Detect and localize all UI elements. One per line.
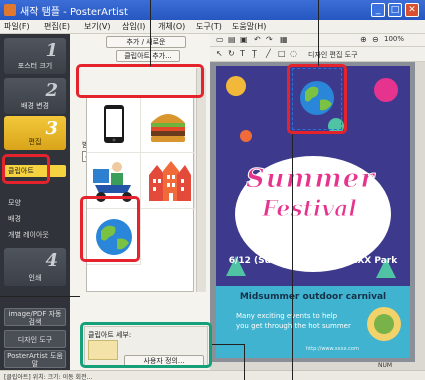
close-button[interactable]: ✕ — [405, 3, 419, 17]
poster-title-line1[interactable]: Summer — [246, 164, 375, 195]
menu-bar: 파일(F) 편집(E) 보기(V) 삽입(I) 개체(O) 도구(T) 도움말(… — [0, 20, 425, 34]
add-clipart-button[interactable]: 클립아트 추가... — [116, 50, 180, 62]
category-highlight — [76, 64, 204, 98]
new-clipart-button[interactable]: 추가 / 새로운 — [106, 36, 186, 48]
clipart-phone[interactable] — [87, 97, 141, 153]
poster-artist-window: 새작 탬플 - PosterArtist _ □ ✕ 파일(F) 편집(E) 보… — [0, 0, 425, 380]
window-title: 새작 탬플 - PosterArtist — [20, 7, 128, 18]
save-icon[interactable]: ▣ — [240, 35, 248, 44]
line-icon[interactable]: ╱ — [266, 49, 271, 58]
clipart-scrollbar[interactable] — [196, 68, 206, 292]
shape-icon[interactable]: ◌ — [290, 49, 297, 58]
rotate-icon[interactable]: ↻ — [228, 49, 235, 58]
maximize-button[interactable]: □ — [388, 3, 402, 17]
step-2-label: 배경 변경 — [21, 102, 49, 110]
leader-info — [244, 344, 245, 380]
new-icon[interactable]: ▭ — [216, 35, 224, 44]
leader-placed-globe — [292, 134, 293, 380]
menu-edit[interactable]: 편집(E) — [44, 21, 70, 32]
menu-object[interactable]: 개체(O) — [158, 21, 185, 32]
leader-toolbar — [318, 0, 319, 66]
step-3-label: 편집 — [28, 138, 42, 146]
clipart-building[interactable] — [141, 153, 195, 209]
step-4-button[interactable]: 4 인쇄 — [4, 248, 66, 286]
leader-category — [150, 0, 151, 66]
app-icon — [4, 4, 16, 16]
poster-blurb-line1[interactable]: Many exciting events to help — [236, 312, 337, 320]
menu-help[interactable]: 도움말(H) — [232, 21, 266, 32]
pointer-icon[interactable]: ↖ — [216, 49, 223, 58]
leader-globe-left — [0, 296, 80, 297]
text-icon[interactable]: T — [240, 49, 245, 58]
globe-clipart-highlight — [80, 196, 140, 262]
zoom-in-icon[interactable]: ⊕ — [360, 35, 367, 44]
rectangle-icon[interactable]: □ — [278, 49, 286, 58]
poster-subtitle[interactable]: Midsummer outdoor carnival — [216, 292, 410, 302]
step-4-label: 인쇄 — [28, 274, 42, 282]
title-bar: 새작 탬플 - PosterArtist _ □ ✕ — [0, 0, 425, 20]
clipart-grid — [86, 96, 195, 292]
step-1-number: 1 — [45, 40, 58, 61]
step-1-button[interactable]: 1 포스터 크기 — [4, 38, 66, 74]
minimize-button[interactable]: _ — [371, 3, 385, 17]
zoom-out-icon[interactable]: ⊖ — [372, 35, 379, 44]
clipart-info-highlight — [80, 322, 212, 368]
clipart-burger[interactable] — [141, 97, 195, 153]
step-2-number: 2 — [45, 80, 58, 101]
open-icon[interactable]: ▤ — [228, 35, 236, 44]
placed-globe-highlight — [287, 64, 347, 134]
sidebar-item-background[interactable]: 배경 — [4, 214, 66, 224]
num-indicator: NUM — [378, 362, 393, 369]
undo-icon[interactable]: ↶ — [254, 35, 261, 44]
menu-tools[interactable]: 도구(T) — [196, 21, 222, 32]
clipart-menu-highlight — [2, 154, 50, 184]
poster-url[interactable]: http://www.xxxx.com — [306, 346, 359, 352]
grid-icon[interactable]: ▦ — [280, 35, 288, 44]
status-text: [클립아트] 위치: 크기: 이동 회전... — [4, 374, 93, 380]
sidebar-item-layout[interactable]: 개별 레이아웃 — [4, 230, 66, 240]
poster-blurb-line2[interactable]: you get through the hot summer — [236, 322, 351, 330]
step-1-label: 포스터 크기 — [17, 62, 53, 70]
help-button[interactable]: PosterArtist 도움말 — [4, 350, 66, 368]
design-tools-button[interactable]: 디자인 도구 — [4, 330, 66, 348]
canvas-vertical-scrollbar[interactable] — [415, 62, 425, 362]
step-4-number: 4 — [45, 250, 58, 271]
design-edit-tools[interactable]: 디자인 편집 도구 — [308, 50, 358, 60]
menu-file[interactable]: 파일(F) — [4, 21, 30, 32]
step-2-button[interactable]: 2 배경 변경 — [4, 78, 66, 114]
phone-icon — [104, 105, 124, 143]
poster-event-info[interactable]: 6/12 (Sun) from 13:00 XXXX Park — [216, 256, 410, 266]
burger-icon — [151, 114, 185, 142]
redo-icon[interactable]: ↷ — [266, 35, 273, 44]
step-3-button[interactable]: 3 편집 — [4, 116, 66, 150]
poster-title-line2[interactable]: Festival — [262, 196, 358, 223]
zoom-level[interactable]: 100% — [384, 35, 404, 43]
leader-info-h — [212, 344, 244, 345]
sidebar-item-shape[interactable]: 모양 — [4, 198, 66, 208]
menu-view[interactable]: 보기(V) — [84, 21, 110, 32]
status-bar: [클립아트] 위치: 크기: 이동 회전... — [0, 370, 425, 380]
food-icon — [367, 307, 401, 341]
vertical-text-icon[interactable]: Ţ — [252, 49, 257, 58]
menu-insert[interactable]: 삽입(I) — [122, 21, 145, 32]
step-3-number: 3 — [45, 118, 58, 139]
auto-search-button[interactable]: image/PDF 자동 검색 — [4, 308, 66, 326]
building-icon — [149, 161, 191, 201]
